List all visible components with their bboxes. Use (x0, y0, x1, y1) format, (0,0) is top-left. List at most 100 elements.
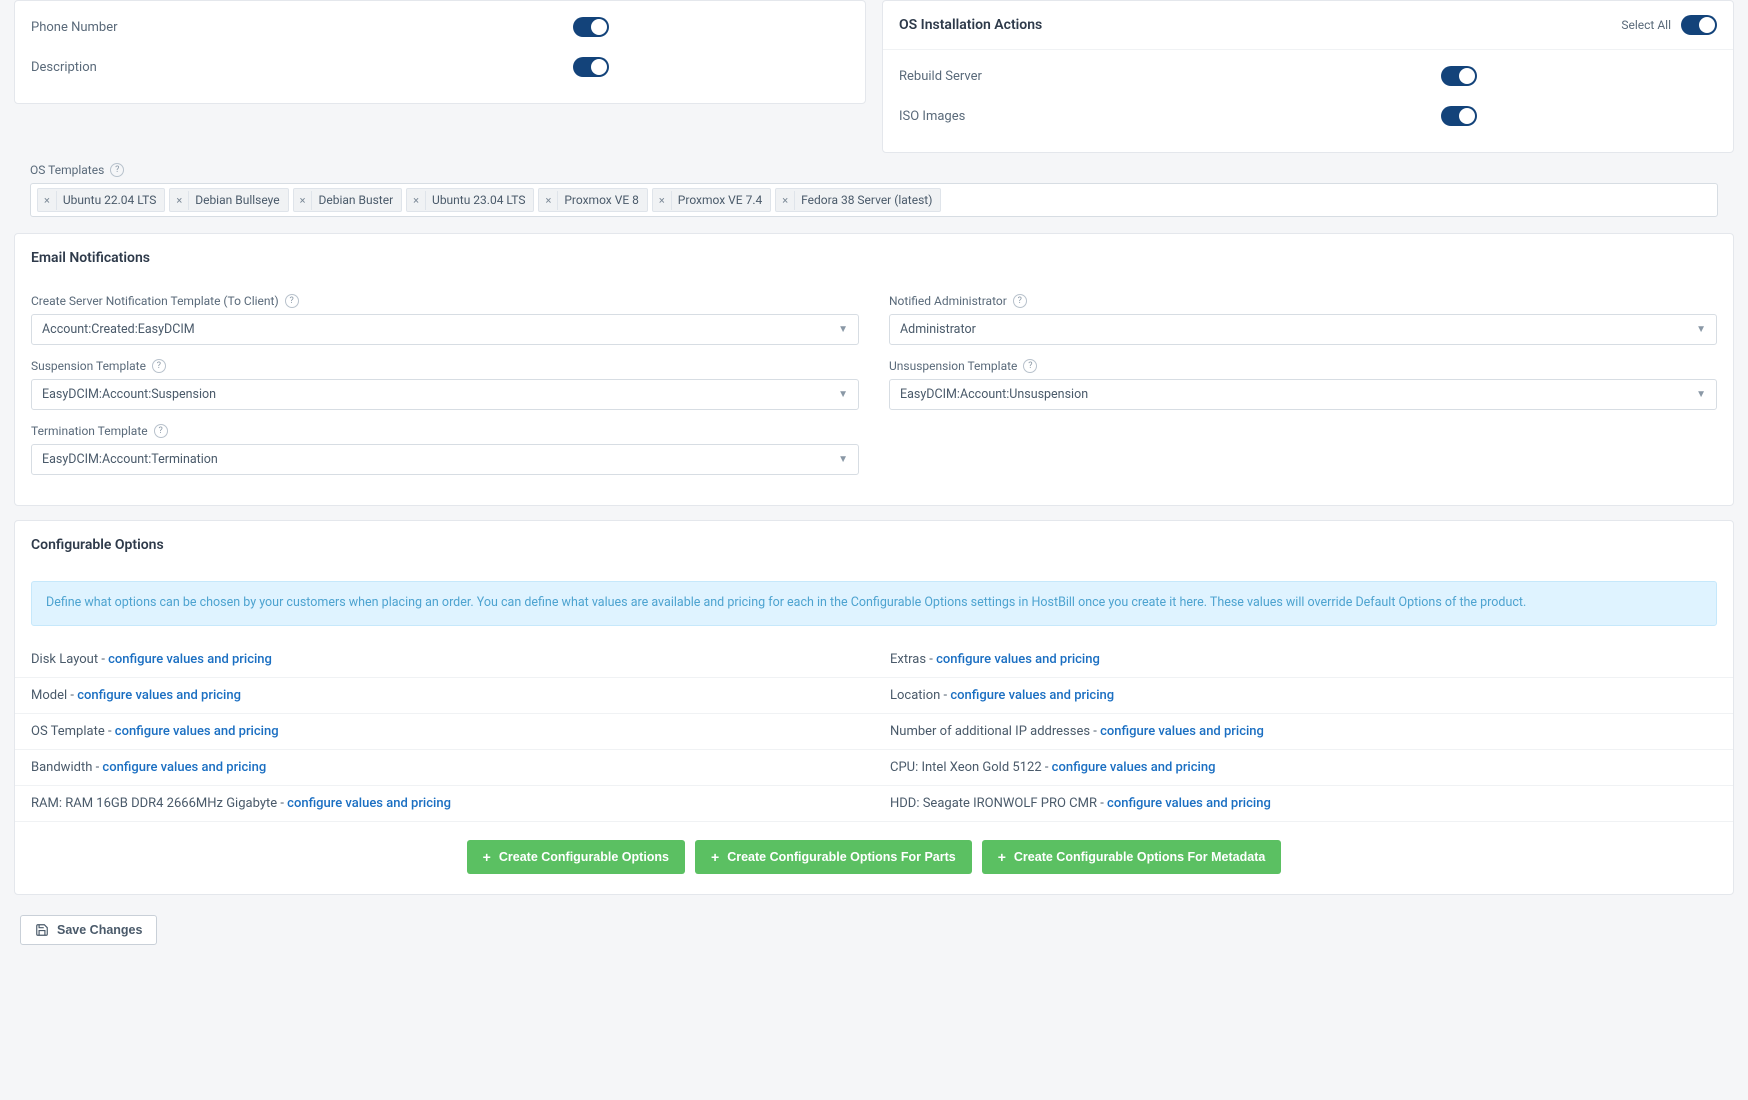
os-template-tag[interactable]: ×Ubuntu 23.04 LTS (406, 188, 534, 212)
close-icon[interactable]: × (170, 191, 189, 210)
option-label: Extras (890, 652, 926, 667)
close-icon[interactable]: × (294, 191, 313, 210)
config-option-row: Disk Layout - configure values and prici… (15, 642, 874, 678)
save-button[interactable]: Save Changes (20, 915, 157, 945)
configure-link[interactable]: configure values and pricing (1107, 796, 1271, 811)
plus-icon: + (998, 849, 1006, 865)
config-option-row: HDD: Seagate IRONWOLF PRO CMR - configur… (874, 786, 1733, 822)
email-notifications-card: Email Notifications Create Server Notifi… (14, 233, 1734, 506)
os-templates-input[interactable]: ×Ubuntu 22.04 LTS×Debian Bullseye×Debian… (30, 183, 1718, 217)
select-all-label: Select All (1621, 18, 1671, 32)
os-actions-title: OS Installation Actions (899, 17, 1042, 33)
config-option-row: Bandwidth - configure values and pricing (15, 750, 874, 786)
tag-label: Debian Buster (312, 190, 401, 210)
os-template-tag[interactable]: ×Proxmox VE 8 (538, 188, 647, 212)
close-icon[interactable]: × (776, 191, 795, 210)
tag-label: Proxmox VE 7.4 (672, 190, 770, 210)
unsusp-tpl-select[interactable]: EasyDCIM:Account:Unsuspension▼ (889, 379, 1717, 410)
help-icon[interactable]: ? (285, 294, 299, 308)
os-template-tag[interactable]: ×Debian Bullseye (169, 188, 288, 212)
configure-link[interactable]: configure values and pricing (936, 652, 1100, 667)
row-rebuild: Rebuild Server (899, 56, 1717, 96)
phone-desc-panel: Phone Number Description (15, 1, 865, 103)
config-option-row: CPU: Intel Xeon Gold 5122 - configure va… (874, 750, 1733, 786)
configure-link[interactable]: configure values and pricing (950, 688, 1114, 703)
row-phone: Phone Number (31, 7, 849, 47)
label-iso: ISO Images (899, 109, 965, 124)
help-icon[interactable]: ? (1013, 294, 1027, 308)
help-icon[interactable]: ? (154, 424, 168, 438)
create-config-btn[interactable]: +Create Configurable Options (467, 840, 685, 874)
row-iso: ISO Images (899, 96, 1717, 136)
term-tpl-select[interactable]: EasyDCIM:Account:Termination▼ (31, 444, 859, 475)
create-tpl-label: Create Server Notification Template (To … (31, 294, 279, 308)
config-option-row: OS Template - configure values and prici… (15, 714, 874, 750)
help-icon[interactable]: ? (110, 163, 124, 177)
tag-label: Debian Bullseye (189, 190, 287, 210)
config-option-row: RAM: RAM 16GB DDR4 2666MHz Gigabyte - co… (15, 786, 874, 822)
os-actions-card: OS Installation Actions Select All Rebui… (882, 0, 1734, 153)
admin-label: Notified Administrator (889, 294, 1007, 308)
label-description: Description (31, 60, 97, 75)
close-icon[interactable]: × (38, 191, 57, 210)
chevron-down-icon: ▼ (838, 389, 848, 400)
toggle-description[interactable] (573, 57, 609, 77)
tag-label: Ubuntu 22.04 LTS (57, 190, 164, 210)
configure-link[interactable]: configure values and pricing (1100, 724, 1264, 739)
option-label: Model (31, 688, 67, 703)
email-title: Email Notifications (15, 234, 1733, 278)
create-tpl-select[interactable]: Account:Created:EasyDCIM▼ (31, 314, 859, 345)
term-tpl-label: Termination Template (31, 424, 148, 438)
toggle-rebuild[interactable] (1441, 66, 1477, 86)
plus-icon: + (711, 849, 719, 865)
option-label: OS Template (31, 724, 105, 739)
label-phone: Phone Number (31, 20, 118, 35)
create-config-parts-btn[interactable]: +Create Configurable Options For Parts (695, 840, 972, 874)
susp-tpl-label: Suspension Template (31, 359, 146, 373)
close-icon[interactable]: × (539, 191, 558, 210)
chevron-down-icon: ▼ (1696, 324, 1706, 335)
option-label: Number of additional IP addresses (890, 724, 1090, 739)
configure-link[interactable]: configure values and pricing (102, 760, 266, 775)
os-template-tag[interactable]: ×Fedora 38 Server (latest) (775, 188, 941, 212)
configure-link[interactable]: configure values and pricing (77, 688, 241, 703)
close-icon[interactable]: × (407, 191, 426, 210)
help-icon[interactable]: ? (1023, 359, 1037, 373)
toggle-iso[interactable] (1441, 106, 1477, 126)
help-icon[interactable]: ? (152, 359, 166, 373)
configure-link[interactable]: configure values and pricing (1052, 760, 1216, 775)
os-templates-section: OS Templates ? ×Ubuntu 22.04 LTS×Debian … (14, 163, 1734, 217)
chevron-down-icon: ▼ (838, 324, 848, 335)
config-alert: Define what options can be chosen by you… (31, 581, 1717, 626)
susp-tpl-select[interactable]: EasyDCIM:Account:Suspension▼ (31, 379, 859, 410)
tag-label: Ubuntu 23.04 LTS (426, 190, 533, 210)
option-label: CPU: Intel Xeon Gold 5122 (890, 760, 1042, 775)
os-template-tag[interactable]: ×Proxmox VE 7.4 (652, 188, 771, 212)
configurable-options-card: Configurable Options Define what options… (14, 520, 1734, 895)
chevron-down-icon: ▼ (838, 454, 848, 465)
config-option-row: Number of additional IP addresses - conf… (874, 714, 1733, 750)
os-template-tag[interactable]: ×Debian Buster (293, 188, 403, 212)
os-templates-label: OS Templates (30, 163, 104, 177)
unsusp-tpl-label: Unsuspension Template (889, 359, 1017, 373)
admin-select[interactable]: Administrator▼ (889, 314, 1717, 345)
config-option-row: Location - configure values and pricing (874, 678, 1733, 714)
chevron-down-icon: ▼ (1696, 389, 1706, 400)
close-icon[interactable]: × (653, 191, 672, 210)
plus-icon: + (483, 849, 491, 865)
option-label: Location (890, 688, 940, 703)
configure-link[interactable]: configure values and pricing (287, 796, 451, 811)
config-title: Configurable Options (15, 521, 1733, 565)
label-rebuild: Rebuild Server (899, 69, 982, 84)
toggle-phone[interactable] (573, 17, 609, 37)
toggle-select-all-os[interactable] (1681, 15, 1717, 35)
row-description: Description (31, 47, 849, 87)
option-label: RAM: RAM 16GB DDR4 2666MHz Gigabyte (31, 796, 277, 811)
option-label: Bandwidth (31, 760, 92, 775)
configure-link[interactable]: configure values and pricing (108, 652, 272, 667)
configure-link[interactable]: configure values and pricing (115, 724, 279, 739)
create-config-meta-btn[interactable]: +Create Configurable Options For Metadat… (982, 840, 1282, 874)
os-template-tag[interactable]: ×Ubuntu 22.04 LTS (37, 188, 165, 212)
config-option-row: Model - configure values and pricing (15, 678, 874, 714)
config-option-row: Extras - configure values and pricing (874, 642, 1733, 678)
